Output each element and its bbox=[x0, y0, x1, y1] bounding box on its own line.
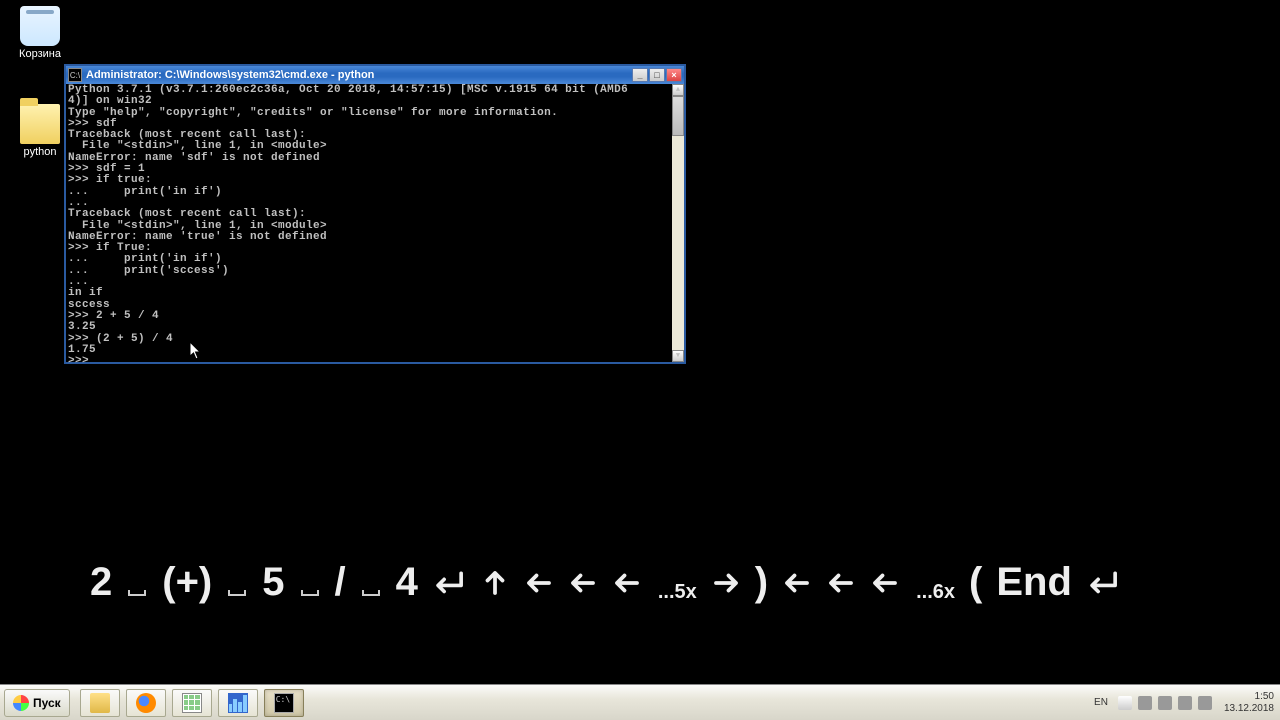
keystroke-token bbox=[360, 580, 382, 586]
console-line: >>> (2 + 5) / 4 bbox=[68, 334, 672, 345]
taskbar-item-cmd[interactable]: C:\ bbox=[264, 689, 304, 717]
tray-clock[interactable]: 1:50 13.12.2018 bbox=[1224, 691, 1274, 715]
desktop-python-folder[interactable]: python bbox=[10, 104, 70, 158]
tray-time: 1:50 bbox=[1224, 691, 1274, 703]
python-folder-label: python bbox=[10, 146, 70, 158]
console-line: ... print('in if') bbox=[68, 187, 672, 198]
console-line: >>> bbox=[68, 356, 672, 367]
tray-volume-icon[interactable] bbox=[1178, 696, 1192, 710]
keystroke-token bbox=[711, 568, 741, 598]
desktop-recycle-bin[interactable]: Корзина bbox=[10, 6, 70, 60]
keystroke-token: 5 bbox=[262, 560, 284, 605]
taskbar-items: C:\ bbox=[80, 689, 304, 717]
system-tray: EN 1:50 13.12.2018 bbox=[1090, 691, 1276, 715]
console-line: in if bbox=[68, 288, 672, 299]
tray-up-icon[interactable] bbox=[1118, 696, 1132, 710]
console-line: Type "help", "copyright", "credits" or "… bbox=[68, 108, 672, 119]
keystroke-token bbox=[524, 568, 554, 598]
titlebar[interactable]: C:\ Administrator: C:\Windows\system32\c… bbox=[66, 66, 684, 84]
keystroke-token bbox=[299, 580, 321, 586]
console-line: NameError: name 'sdf' is not defined bbox=[68, 153, 672, 164]
start-button[interactable]: Пуск bbox=[4, 689, 70, 717]
keystroke-token bbox=[568, 568, 598, 598]
cmd-icon: C:\ bbox=[68, 68, 82, 82]
keystroke-token: ( bbox=[969, 560, 982, 605]
keystroke-token bbox=[226, 580, 248, 586]
keystroke-token: ...5x bbox=[656, 571, 697, 594]
recycle-bin-icon bbox=[20, 6, 60, 46]
keystroke-token: End bbox=[996, 560, 1072, 605]
console-output[interactable]: Python 3.7.1 (v3.7.1:260ec2c36a, Oct 20 … bbox=[66, 84, 684, 362]
keystroke-token bbox=[612, 568, 642, 598]
start-label: Пуск bbox=[33, 696, 61, 710]
keystroke-token: / bbox=[335, 560, 346, 605]
taskbar: Пуск C:\ EN 1:50 13.12.2018 bbox=[0, 684, 1280, 720]
console-line: NameError: name 'true' is not defined bbox=[68, 232, 672, 243]
console-line: >>> sdf = 1 bbox=[68, 164, 672, 175]
tray-network-icon[interactable] bbox=[1158, 696, 1172, 710]
keystroke-token bbox=[432, 568, 466, 598]
minimize-button[interactable]: _ bbox=[632, 68, 648, 82]
tray-action-center-icon[interactable] bbox=[1138, 696, 1152, 710]
vertical-scrollbar[interactable]: ▲▼ bbox=[672, 84, 684, 362]
console-line: Python 3.7.1 (v3.7.1:260ec2c36a, Oct 20 … bbox=[68, 85, 672, 96]
keystroke-token bbox=[782, 568, 812, 598]
close-button[interactable]: × bbox=[666, 68, 682, 82]
keystroke-token: ) bbox=[755, 560, 768, 605]
console-line: >>> 2 + 5 / 4 bbox=[68, 311, 672, 322]
window-title: Administrator: C:\Windows\system32\cmd.e… bbox=[86, 69, 632, 81]
console-line: Traceback (most recent call last): bbox=[68, 209, 672, 220]
maximize-button[interactable]: □ bbox=[649, 68, 665, 82]
console-line: ... print('sccess') bbox=[68, 266, 672, 277]
keystroke-token bbox=[1086, 568, 1120, 598]
recycle-bin-label: Корзина bbox=[10, 48, 70, 60]
keystroke-overlay: 2 (+) 5 / 4 ...5x) ...6x ( End bbox=[90, 560, 1190, 605]
console-line: 1.75 bbox=[68, 345, 672, 356]
keystroke-token: (+) bbox=[162, 560, 212, 605]
scroll-thumb[interactable] bbox=[672, 96, 684, 136]
folder-icon bbox=[20, 104, 60, 144]
keystroke-token bbox=[126, 580, 148, 586]
taskbar-item-explorer[interactable] bbox=[80, 689, 120, 717]
tray-power-icon[interactable] bbox=[1198, 696, 1212, 710]
keystroke-token: 2 bbox=[90, 560, 112, 605]
scroll-up-button[interactable]: ▲ bbox=[672, 84, 684, 96]
tray-date: 13.12.2018 bbox=[1224, 703, 1274, 715]
keystroke-token bbox=[870, 568, 900, 598]
console-line: 3.25 bbox=[68, 322, 672, 333]
taskbar-item-taskman[interactable] bbox=[218, 689, 258, 717]
cmd-window[interactable]: C:\ Administrator: C:\Windows\system32\c… bbox=[64, 64, 686, 364]
console-line: >>> if true: bbox=[68, 175, 672, 186]
taskbar-item-firefox[interactable] bbox=[126, 689, 166, 717]
console-line: 4)] on win32 bbox=[68, 96, 672, 107]
keystroke-token: 4 bbox=[396, 560, 418, 605]
keystroke-token bbox=[826, 568, 856, 598]
keystroke-token bbox=[480, 568, 510, 598]
scroll-track[interactable] bbox=[672, 96, 684, 350]
language-indicator[interactable]: EN bbox=[1090, 695, 1112, 710]
keystroke-token: ...6x bbox=[914, 571, 955, 594]
console-line: ... bbox=[68, 277, 672, 288]
taskbar-item-calc[interactable] bbox=[172, 689, 212, 717]
scroll-down-button[interactable]: ▼ bbox=[672, 350, 684, 362]
windows-logo-icon bbox=[13, 695, 29, 711]
